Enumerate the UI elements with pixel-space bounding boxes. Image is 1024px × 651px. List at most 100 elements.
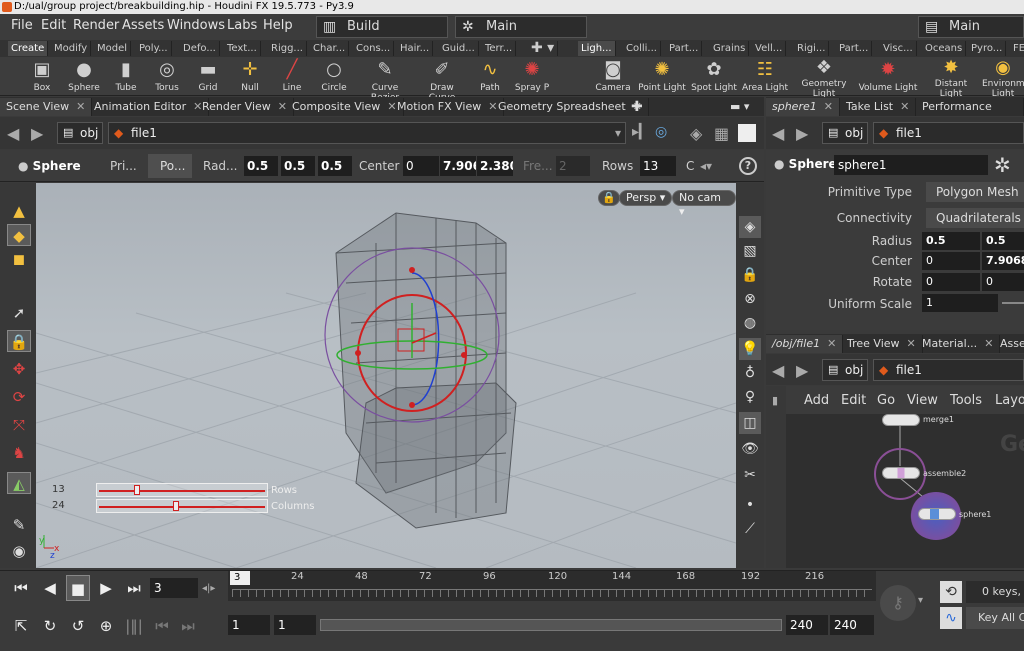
camera-menu[interactable]: No cam ▾ [672,190,736,218]
path-node[interactable]: ◆ file1 ▾ [108,122,626,144]
display-grid-icon[interactable]: ◈ [739,216,761,238]
tab-motion-fx-view[interactable]: Motion FX View ✕ [391,98,505,116]
tab-render-view[interactable]: Render View ✕ [196,98,294,116]
rotate-y-field[interactable]: 0 [982,273,1024,291]
network-menu-go[interactable]: Go [877,393,895,408]
menu-windows[interactable]: Windows [167,18,225,33]
area-light-tool[interactable]: ☷ Area Light [741,57,789,96]
right-desktop-selector[interactable]: ▤ Main [918,16,1024,38]
play-reverse-button[interactable]: ◀ [38,575,62,601]
radius-x-field[interactable]: 0.5 [922,232,980,250]
uniform-scale-slider[interactable] [1002,302,1024,304]
gear-icon[interactable]: ✲ [994,153,1011,177]
path-level[interactable]: ▤ obj [822,359,868,381]
path-node[interactable]: ◆ file1 [873,359,1024,381]
view-tool-icon[interactable]: ✎ [7,514,31,536]
playback-options-icon[interactable]: ↺ [66,613,90,639]
params-menu-icon[interactable]: ◂▾ [700,159,712,173]
move-tool-icon[interactable]: ✥ [7,358,31,380]
radius-y-field[interactable]: 0.5 [982,232,1024,250]
shelf-tab-terrain[interactable]: Terr... [482,41,517,56]
tab-scene-view[interactable]: Scene View ✕ [0,98,93,116]
tab-performance-monitor[interactable]: Performance Monitor [916,98,1024,131]
key-all-channels-button[interactable]: Key All Ch [966,607,1024,629]
pane-menu-icon[interactable]: ▬ ▾ [724,98,755,116]
shelf-tab-lights[interactable]: Ligh... [578,41,616,56]
key-icon[interactable]: ⚷ [880,585,916,621]
path-tool[interactable]: ∿ Path [468,57,512,96]
tab-tree-view[interactable]: Tree View ✕ [841,335,923,353]
network-menu-tools[interactable]: Tools [950,393,982,408]
add-tab-icon[interactable]: ✚ [625,98,649,116]
channel-graph-icon[interactable]: ∿ [940,607,962,629]
rotate-x-field[interactable]: 0 [922,273,980,291]
range-slider[interactable] [320,619,782,631]
close-icon[interactable]: ✕ [824,100,833,113]
radius-y-field[interactable]: 0.5 [281,156,315,176]
help-icon[interactable]: ? [739,157,757,175]
realtime-toggle-icon[interactable]: ⇱ [9,613,33,639]
frame-marker[interactable]: 3 [230,571,250,585]
stop-button[interactable]: ■ [66,575,90,601]
back-arrow-icon[interactable]: ◀ [772,361,784,380]
shelf-tab-model[interactable]: Model [94,41,132,56]
light-link-icon[interactable]: ♀ [739,386,761,408]
path-level[interactable]: ▤ obj [57,122,103,144]
shelf-tab-rigging[interactable]: Rigg... [268,41,307,56]
ghost-icon[interactable]: ⊗ [739,288,761,310]
menu-edit[interactable]: Edit [41,18,66,33]
viewport-lock-icon[interactable]: 🔒 [598,190,620,206]
desktop-selector[interactable]: ▥ Build [316,16,448,38]
add-shelf-icon[interactable]: ✚ ▾ [528,41,559,56]
step-frame-icon[interactable]: ◂|▸ [202,583,215,594]
pointer-icon[interactable]: ➚ [7,302,31,324]
path-level[interactable]: ▤ obj [822,122,868,144]
shelf-tab-constraints[interactable]: Cons... [353,41,395,56]
center-x-field[interactable]: 0 [922,252,980,270]
forward-arrow-icon[interactable]: ▶ [31,124,43,143]
visibility-icon[interactable]: 👁 [739,438,761,460]
center-y-field[interactable]: 7.906 [440,156,476,176]
network-menu-add[interactable]: Add [804,393,829,408]
shelf-tab-hair[interactable]: Hair... [397,41,434,56]
cube-view-icon[interactable]: ◈ [690,124,702,143]
shelf-tab-vellum[interactable]: Vell... [752,41,787,56]
distant-light-tool[interactable]: ✸ Distant Light [928,57,974,99]
node-name-field[interactable]: sphere1 [834,155,988,175]
persp-menu[interactable]: Persp ▾ [619,190,673,206]
play-forward-button[interactable]: ▶ [94,575,118,601]
shelf-tab-rigid[interactable]: Rigi... [794,41,830,56]
shelf-tab-character[interactable]: Char... [310,41,350,56]
tab-composite-view[interactable]: Composite View ✕ [286,98,404,116]
frequency-field[interactable]: 2 [556,156,590,176]
spray-paint-tool[interactable]: ✺ Spray P [510,57,554,96]
shelf-tab-poly[interactable]: Poly... [136,41,172,56]
columns-slider-knob[interactable] [173,501,180,511]
forward-arrow-icon[interactable]: ▶ [796,361,808,380]
line-tool[interactable]: ╱ Line [270,57,314,96]
shelf-tab-particles[interactable]: Part... [666,41,703,56]
volume-light-tool[interactable]: ✹ Volume Light [858,57,918,96]
back-arrow-icon[interactable]: ◀ [7,124,19,143]
select-points-icon[interactable]: ◆ [7,224,31,246]
uniform-scale-field[interactable]: 1 [922,294,998,312]
radius-x-field[interactable]: 0.5 [244,156,278,176]
network-menu-edit[interactable]: Edit [841,393,866,408]
shelf-tab-particle-fluids[interactable]: Part... [836,41,873,56]
normals-icon[interactable]: ⟋ [739,518,761,540]
auto-key-icon[interactable]: ⟲ [940,581,962,603]
point-display-icon[interactable]: • [739,494,761,516]
loop-mode-icon[interactable]: ↻ [38,613,62,639]
headlight-icon[interactable]: ♁ [739,362,761,384]
rotate-tool-icon[interactable]: ⟳ [7,386,31,408]
shelf-tab-guides[interactable]: Guid... [439,41,479,56]
display-options-icon[interactable]: ▦ [714,124,729,143]
key-menu-arrow[interactable]: ▾ [918,595,923,606]
tab-sphere1[interactable]: sphere1 ✕ [766,98,840,116]
rows-slider-knob[interactable] [134,485,141,495]
camera-control-icon[interactable]: ◉ [7,540,31,562]
lock-icon[interactable]: 🔒 [7,330,31,352]
grid-tool[interactable]: ▬ Grid [186,57,230,96]
point-light-tool[interactable]: ✺ Point Light [637,57,687,96]
prev-key-icon[interactable]: ⏮ [150,613,174,639]
